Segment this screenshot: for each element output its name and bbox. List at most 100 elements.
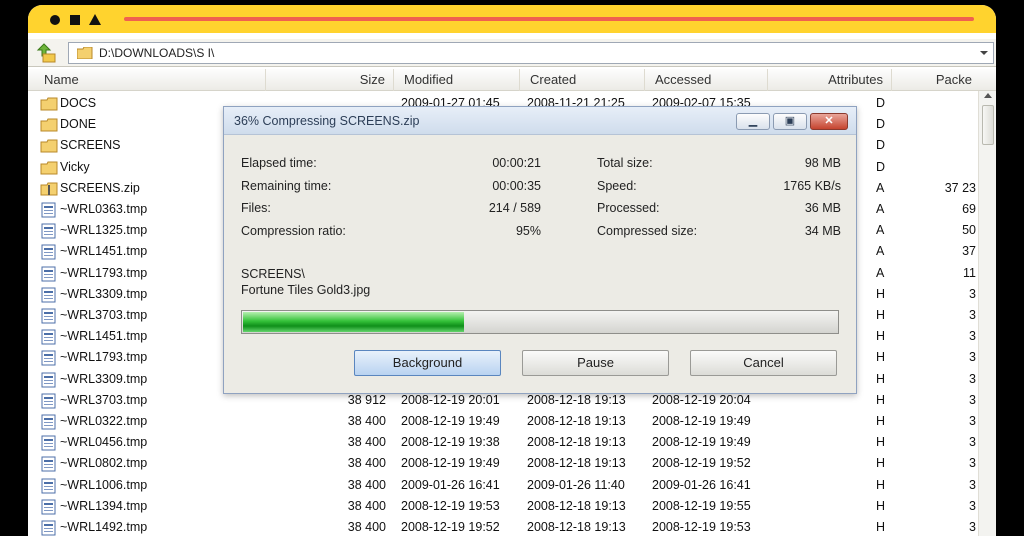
window-topbar [28, 5, 996, 33]
current-file: Fortune Tiles Gold3.jpg [241, 283, 371, 297]
file-packed: 3 [969, 286, 976, 301]
file-attributes: H [876, 498, 886, 513]
file-name: DONE [60, 117, 97, 132]
file-packed: 37 [962, 244, 976, 259]
file-attributes: H [876, 286, 886, 301]
cancel-button[interactable]: Cancel [690, 350, 837, 376]
file-size: 38 912 [347, 392, 386, 407]
table-row[interactable]: ~WRL1006.tmp 38 400 2009-01-26 16:41 2009-0… [28, 475, 978, 496]
processed-label: Processed: [597, 201, 660, 215]
col-packed[interactable]: Packe [892, 69, 978, 91]
file-name: ~WRL1006.tmp [60, 477, 148, 492]
up-folder-icon[interactable] [34, 42, 58, 64]
dialog-title: 36% Compressing SCREENS.zip [234, 114, 420, 128]
ratio-value: 95% [515, 224, 541, 238]
file-size: 38 400 [347, 414, 386, 428]
file-size: 38 400 [347, 520, 386, 534]
remaining-value: 00:00:35 [492, 179, 541, 193]
file-packed: 37 23 [944, 180, 976, 195]
temp-file-icon [41, 244, 56, 260]
scroll-thumb[interactable] [982, 105, 994, 145]
folder-icon [40, 139, 58, 153]
temp-file-icon [41, 393, 56, 409]
file-created: 2009-01-26 11:40 [527, 477, 625, 492]
file-modified: 2008-12-19 19:53 [401, 498, 500, 513]
table-row[interactable]: ~WRL0456.tmp 38 400 2008-12-19 19:38 2008-1… [28, 432, 978, 453]
file-accessed: 2009-01-26 16:41 [652, 477, 751, 492]
pause-button[interactable]: Pause [522, 350, 669, 376]
maximize-icon: ▣ [784, 115, 796, 127]
address-path: D:\DOWNLOADS\S I\ [99, 46, 215, 60]
file-name: DOCS [60, 96, 97, 110]
compressed-size-label: Compressed size: [597, 224, 698, 238]
temp-file-icon [41, 202, 56, 218]
file-accessed: 2008-12-19 20:04 [652, 392, 751, 407]
file-created: 2008-12-18 19:13 [527, 456, 626, 471]
file-packed: 3 [969, 308, 976, 322]
file-accessed: 2008-12-19 19:49 [652, 414, 751, 428]
files-value: 214 / 589 [488, 201, 541, 215]
file-packed: 11 [963, 265, 976, 280]
temp-file-icon [41, 350, 56, 366]
file-name: ~WRL3703.tmp [60, 392, 148, 407]
file-name: ~WRL1793.tmp [60, 265, 148, 280]
speed-label: Speed: [597, 179, 637, 193]
file-name: ~WRL1451.tmp [60, 329, 148, 344]
table-row[interactable]: ~WRL0322.tmp 38 400 2008-12-19 19:49 2008-1… [28, 411, 978, 432]
temp-file-icon [41, 499, 56, 515]
file-name: ~WRL1793.tmp [60, 350, 148, 365]
temp-file-icon [41, 435, 56, 451]
table-row[interactable]: ~WRL0802.tmp 38 400 2008-12-19 19:49 2008-1… [28, 453, 978, 474]
processed-value: 36 MB [804, 201, 841, 215]
file-name: ~WRL3703.tmp [60, 308, 148, 322]
file-accessed: 2008-12-19 19:49 [652, 435, 751, 450]
file-attributes: A [876, 265, 885, 280]
file-size: 38 400 [347, 435, 386, 450]
col-accessed[interactable]: Accessed [645, 69, 768, 91]
file-packed: 3 [969, 350, 976, 365]
close-icon: ✕ [824, 115, 834, 127]
maximize-button[interactable]: ▣ [773, 113, 807, 130]
file-attributes: A [876, 180, 885, 195]
file-name: ~WRL1325.tmp [60, 223, 148, 238]
file-attributes: H [876, 520, 886, 534]
file-size: 38 400 [347, 498, 386, 513]
col-name[interactable]: Name [28, 69, 266, 91]
file-modified: 2008-12-19 19:49 [401, 414, 500, 428]
temp-file-icon [41, 372, 56, 388]
table-row[interactable]: ~WRL1492.tmp 38 400 2008-12-19 19:52 2008-1… [28, 517, 978, 536]
minimize-button[interactable]: ▁ [736, 113, 770, 130]
background-button[interactable]: Background [354, 350, 501, 376]
close-button[interactable]: ✕ [810, 113, 848, 130]
scroll-up-icon[interactable] [983, 91, 993, 101]
file-name: ~WRL0363.tmp [60, 202, 148, 216]
vertical-scrollbar[interactable] [978, 91, 996, 536]
file-created: 2008-12-18 19:13 [527, 498, 626, 513]
file-attributes: H [876, 392, 886, 407]
table-row[interactable]: ~WRL1394.tmp 38 400 2008-12-19 19:53 2008-1… [28, 496, 978, 517]
file-attributes: H [876, 477, 886, 492]
col-size[interactable]: Size [266, 69, 394, 91]
file-accessed: 2008-12-19 19:53 [652, 520, 751, 534]
progress-fill [243, 312, 464, 332]
file-attributes: D [876, 96, 886, 110]
file-name: ~WRL0456.tmp [60, 435, 148, 450]
col-attributes[interactable]: Attributes [768, 69, 892, 91]
file-created: 2008-12-18 19:13 [527, 520, 626, 534]
folder-icon [40, 161, 58, 175]
file-packed: 3 [969, 477, 976, 492]
file-packed: 3 [969, 520, 976, 534]
dialog-titlebar: 36% Compressing SCREENS.zip ▁ ▣ ✕ [224, 107, 856, 135]
temp-file-icon [41, 287, 56, 303]
file-created: 2008-12-18 19:13 [527, 392, 626, 407]
total-size-value: 98 MB [804, 156, 841, 170]
col-modified[interactable]: Modified [394, 69, 520, 91]
temp-file-icon [41, 520, 56, 536]
chevron-down-icon[interactable] [979, 49, 989, 57]
file-name: ~WRL3309.tmp [60, 371, 148, 386]
progress-bar [241, 310, 839, 334]
file-accessed: 2008-12-19 19:55 [652, 498, 751, 513]
col-created[interactable]: Created [520, 69, 645, 91]
elapsed-value: 00:00:21 [492, 156, 541, 170]
address-bar[interactable]: D:\DOWNLOADS\S I\ [68, 42, 994, 64]
